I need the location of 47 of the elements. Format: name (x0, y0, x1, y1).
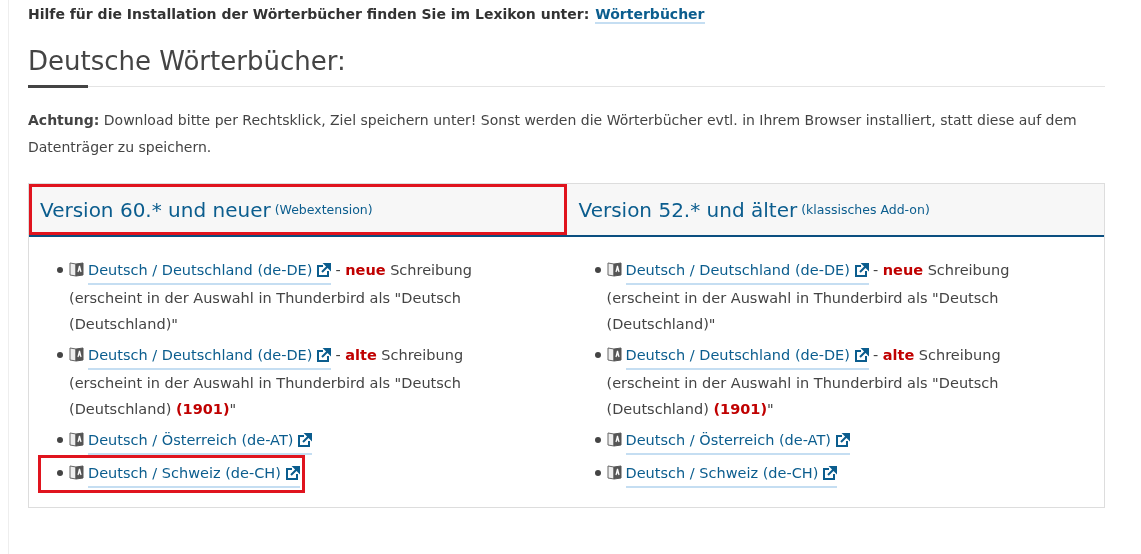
dictionary-icon (69, 261, 84, 277)
item-note: - neue Schreibung (872, 262, 1010, 278)
dictionary-link[interactable]: Deutsch / Deutschland (de-DE) (625, 342, 869, 370)
dictionary-icon (69, 431, 84, 447)
item-description: (erscheint in der Auswahl in Thunderbird als "Deutsch (Deutschland)" (69, 289, 462, 334)
item-note: - alte Schreibung (872, 347, 1001, 363)
dictionary-icon (606, 261, 622, 277)
item-description: (erscheint in der Auswahl in Thunderbird als "Deutsch (Deutschland) (1901)" (606, 374, 1000, 419)
bullet (57, 352, 63, 358)
dictionary-icon (606, 431, 622, 447)
item-description: (erscheint in der Auswahl in Thunderbird als "Deutsch (Deutschland) (1901)" (69, 374, 462, 419)
bullet (57, 470, 63, 476)
item-note: - neue Schreibung (335, 262, 472, 278)
dictionary-link[interactable]: Deutsch / Deutschland (de-DE) (88, 257, 332, 285)
external-link-icon (284, 465, 300, 481)
dictionary-icon (606, 464, 622, 480)
dictionary-link[interactable]: Deutsch / Deutschland (de-DE) (625, 257, 869, 285)
notice-text: Achtung: Download bitte per Rechtsklick, Ziel speichern unter! Sonst werden die Wörterbücher evtl. in Ihrem Browser installiert, statt diese auf dem Datenträger zu speichern. (28, 111, 1078, 157)
version-tab[interactable]: Version 52.* und älter (klassisches Add-on) (566, 184, 1104, 235)
dictionary-icon (69, 346, 84, 362)
bullet (594, 437, 601, 443)
item-description: (erscheint in der Auswahl in Thunderbird als "Deutsch (Deutschland)" (606, 289, 1000, 334)
external-link-icon (853, 262, 869, 278)
dictionary-link[interactable]: Deutsch / Schweiz (de-CH) (88, 460, 300, 488)
external-link-icon (822, 465, 838, 481)
version-tab[interactable]: Version 60.* und neuer (Webextension) (29, 184, 567, 235)
dictionary-icon (606, 346, 622, 362)
dictionary-icon (69, 464, 84, 480)
bullet (57, 267, 63, 273)
heading-accent (28, 85, 88, 88)
section-heading: Deutsche Wörterbücher: (28, 46, 347, 76)
bullet (594, 352, 601, 358)
dictionary-link[interactable]: Deutsch / Österreich (de-AT) (88, 427, 313, 455)
external-link-icon (297, 432, 313, 448)
external-link-icon (316, 347, 332, 363)
bullet (57, 437, 63, 443)
external-link-icon (834, 432, 850, 448)
external-link-icon (316, 262, 332, 278)
dictionary-link[interactable]: Deutsch / Schweiz (de-CH) (625, 460, 838, 488)
help-text: Hilfe für die Installation der Wörterbücher finden Sie im Lexikon unter: (28, 6, 590, 22)
dictionary-link[interactable]: Deutsch / Deutschland (de-DE) (88, 342, 332, 370)
bullet (594, 470, 601, 476)
bullet (594, 267, 601, 273)
item-note: - alte Schreibung (335, 347, 464, 363)
external-link-icon (853, 347, 869, 363)
dictionary-link[interactable]: Deutsch / Österreich (de-AT) (625, 427, 850, 455)
dictionaries-link[interactable]: Wörterbücher (595, 6, 705, 24)
